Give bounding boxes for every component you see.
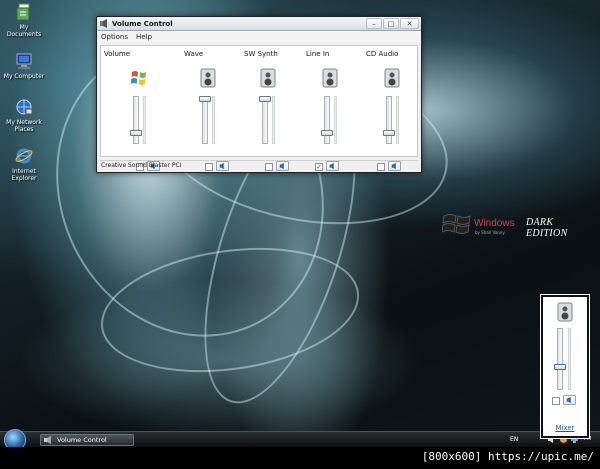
volume-slider-thumb[interactable] [199, 96, 211, 102]
level-meter [212, 96, 215, 144]
windows-flag-icon [130, 71, 146, 85]
speaker-icon [322, 68, 338, 88]
volume-slider-thumb[interactable] [259, 96, 271, 102]
level-meter [143, 96, 146, 144]
volume-slider-thumb[interactable] [130, 129, 142, 136]
mute-checkbox[interactable] [552, 397, 560, 405]
window-titlebar[interactable]: Volume Control – □ ✕ [97, 17, 421, 31]
channel-name: SW Synth [244, 50, 278, 58]
windows-dark-edition-logo: Windows DARK EDITION by Shah Vanny [442, 210, 592, 239]
speaker-icon [200, 68, 216, 88]
desktop-icon-internet-explorer[interactable]: Internet Explorer [2, 147, 46, 182]
window-title: Volume Control [112, 20, 173, 28]
master-volume-slider-track[interactable] [557, 328, 563, 390]
internet-explorer-icon [15, 148, 33, 164]
maximize-button[interactable]: □ [383, 18, 399, 29]
desktop-icon-my-documents[interactable]: My Documents [2, 3, 46, 38]
desktop-icon-my-computer[interactable]: My Computer [2, 52, 46, 80]
language-indicator[interactable]: EN [510, 436, 518, 443]
taskbar: Volume Control EN PM [0, 429, 600, 451]
desktop-icon-label: My Documents [6, 24, 42, 38]
desktop-icon-label: My Computer [3, 73, 45, 80]
desktop-icon-my-network-places[interactable]: My Network Places [2, 98, 46, 133]
channel-wave: Wave [181, 46, 241, 171]
master-volume-slider-thumb[interactable] [554, 364, 566, 371]
taskbar-button-volume-control[interactable]: Volume Control [40, 434, 134, 446]
channel-volume: Volume [101, 46, 179, 171]
minimize-button[interactable]: – [366, 18, 382, 29]
volume-slider-track[interactable] [202, 96, 208, 144]
level-meter [396, 96, 399, 144]
menu-options[interactable]: Options [101, 33, 128, 41]
volume-slider-thumb[interactable] [383, 129, 395, 136]
channel-name: Volume [104, 50, 131, 58]
watermark-text: [800x600] https://upic.me/ [421, 450, 594, 463]
speaker-icon [260, 68, 276, 88]
mixer-panel: Volume Wave SW Synth Line In ✓ CD Audio [100, 45, 419, 171]
desktop-icon-label: My Network Places [6, 119, 42, 133]
menu-help[interactable]: Help [136, 33, 152, 41]
channel-name: CD Audio [366, 50, 399, 58]
volume-app-icon [100, 19, 107, 28]
brand-windows-text: Windows [474, 218, 515, 229]
network-icon [16, 99, 33, 115]
volume-slider-thumb[interactable] [321, 129, 333, 136]
speaker-button-icon[interactable] [563, 395, 576, 405]
channel-line-in: Line In ✓ [301, 46, 361, 171]
volume-app-icon [44, 436, 51, 444]
folder-documents-icon [16, 3, 30, 21]
level-meter [334, 96, 337, 144]
speaker-icon [384, 68, 400, 88]
mixer-link[interactable]: Mixer [543, 424, 587, 432]
menu-bar: Options Help [97, 31, 421, 42]
channel-name: Line In [306, 50, 330, 58]
watermark-strip: [800x600] https://upic.me/ [0, 447, 600, 469]
speaker-icon [557, 302, 573, 322]
windows-flag-icon [442, 214, 471, 234]
channel-sw-synth: SW Synth [241, 46, 301, 171]
volume-popup: Mixer [540, 294, 590, 439]
volume-slider-track[interactable] [324, 96, 330, 144]
channel-name: Wave [184, 50, 204, 58]
volume-control-window: Volume Control – □ ✕ Options Help Volume [96, 16, 422, 173]
close-button[interactable]: ✕ [400, 18, 419, 29]
volume-slider-track[interactable] [386, 96, 392, 144]
volume-slider-track[interactable] [133, 96, 139, 144]
level-meter [568, 328, 571, 390]
volume-slider-track[interactable] [262, 96, 268, 144]
brand-byline: by Shah Vanny [475, 230, 505, 235]
status-bar: Creative Sound Blaster PCI [100, 160, 418, 171]
channel-cd-audio: CD Audio [363, 46, 419, 171]
taskbar-button-label: Volume Control [57, 436, 107, 444]
level-meter [272, 96, 275, 144]
computer-icon [16, 53, 32, 69]
desktop-icon-label: Internet Explorer [11, 168, 37, 182]
brand-edition-text: DARK EDITION [526, 217, 568, 239]
